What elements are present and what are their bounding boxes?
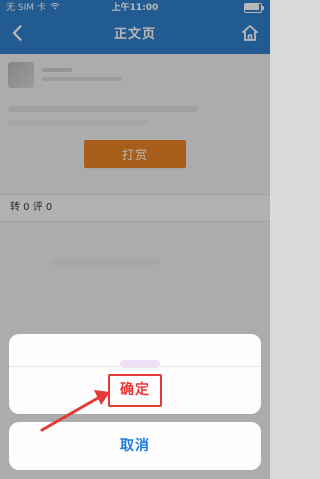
screen: 无 SIM 卡 上午11:00 正文页 打赏 转 0 评 0 确定 取消 [0, 0, 270, 479]
annotation-arrow [40, 390, 110, 432]
